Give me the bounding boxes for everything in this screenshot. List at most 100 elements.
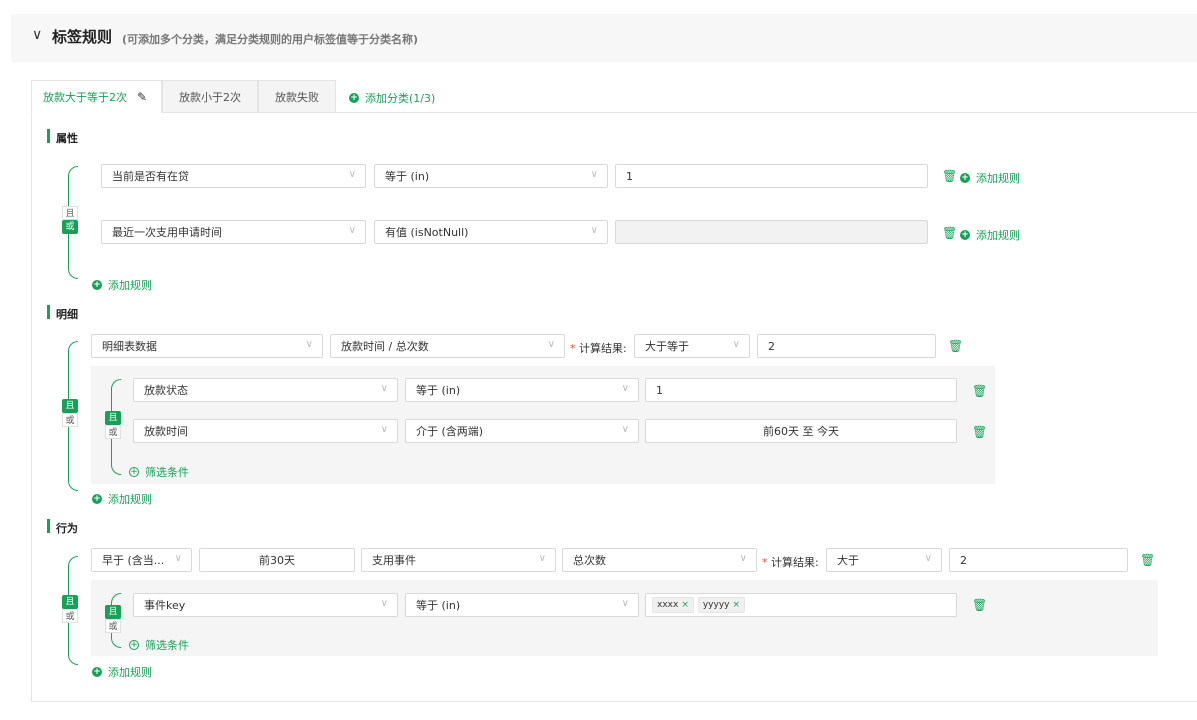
tag-text: yyyyy [702,600,730,610]
trash-icon[interactable]: 🗑 [942,226,957,240]
add-category-button[interactable]: + 添加分类(1/3) [349,90,435,106]
add-rule-button[interactable]: + 添加规则 [92,664,152,680]
select-value: 有值 (isNotNull) [385,226,469,239]
select-value: 介于 (含两端) [416,425,484,438]
add-rule-button[interactable]: + 添加规则 [92,277,152,293]
collapse-chevron-icon[interactable]: ∨ [32,27,42,43]
calc-value-input[interactable]: 2 [949,548,1128,572]
select-value: 等于 (in) [416,384,461,397]
and-or-switch[interactable]: 且 或 [62,399,78,427]
add-circle-icon: + [92,494,102,504]
and-or-switch[interactable]: 且 或 [105,605,121,633]
add-circle-icon: + [960,230,970,240]
value-tag: yyyyy × [697,597,746,613]
add-circle-icon: + [960,173,970,183]
chevron-down-icon: ∨ [380,383,388,394]
tab-category-2[interactable]: 放款小于2次 [162,80,258,113]
add-rule-label: 添加规则 [108,666,152,679]
chevron-down-icon: ∨ [621,424,629,435]
add-filter-button[interactable]: + 筛选条件 [129,464,189,480]
tab-label: 放款大于等于2次 [43,90,127,104]
chevron-down-icon: ∨ [380,424,388,435]
select-value: 总次数 [573,554,606,567]
tab-category-1[interactable]: 放款大于等于2次 ✎ [31,80,162,113]
and-option[interactable]: 且 [62,206,78,220]
attribute-field-select[interactable]: 最近一次支用申请时间 ∨ [101,220,366,244]
filter-operator-select[interactable]: 介于 (含两端) ∨ [405,419,639,443]
section-marker [47,129,50,143]
and-option[interactable]: 且 [105,605,121,619]
filter-field-select[interactable]: 放款时间 ∨ [133,419,398,443]
or-option[interactable]: 或 [105,425,121,439]
add-circle-outline-icon: + [129,467,139,477]
tag-close-icon[interactable]: × [733,600,741,610]
or-option[interactable]: 或 [105,619,121,633]
trash-icon[interactable]: 🗑 [972,425,987,439]
add-filter-button[interactable]: + 筛选条件 [129,637,189,653]
add-rule-button[interactable]: + 添加规则 [92,491,152,507]
or-option[interactable]: 或 [62,220,78,234]
add-circle-outline-icon: + [129,640,139,650]
chevron-down-icon: ∨ [739,553,747,564]
trash-icon[interactable]: 🗑 [1140,553,1155,567]
trash-icon[interactable]: 🗑 [972,598,987,612]
and-or-switch[interactable]: 且 或 [105,411,121,439]
chevron-down-icon: ∨ [732,339,740,350]
calc-operator-select[interactable]: 大于等于 ∨ [634,334,750,358]
calc-result-label: * 计算结果: [762,556,819,569]
trash-icon[interactable]: 🗑 [948,339,963,353]
and-option[interactable]: 且 [105,411,121,425]
value-tag: xxxx × [652,597,694,613]
or-option[interactable]: 或 [62,609,78,623]
and-or-switch[interactable]: 且 或 [62,595,78,623]
calc-value-input[interactable]: 2 [757,334,936,358]
filter-field-select[interactable]: 事件key ∨ [133,593,398,617]
and-option[interactable]: 且 [62,399,78,413]
detail-source-select[interactable]: 明细表数据 ∨ [91,334,323,358]
select-value: 早于 (含当... [102,554,165,567]
date-range-input[interactable]: 前60天 至 今天 [645,419,957,443]
add-rule-label: 添加规则 [976,172,1020,185]
and-or-switch[interactable]: 且 或 [62,206,78,234]
filter-field-select[interactable]: 放款状态 ∨ [133,378,398,402]
value-input[interactable]: 1 [615,164,928,188]
filter-operator-select[interactable]: 等于 (in) ∨ [405,593,639,617]
chevron-down-icon: ∨ [174,553,182,564]
or-option[interactable]: 或 [62,413,78,427]
select-value: 事件key [144,599,186,612]
filter-value-input[interactable]: 1 [645,378,957,402]
section-title-behavior: 行为 [56,522,78,535]
select-value: 放款状态 [144,384,188,397]
operator-select[interactable]: 有值 (isNotNull) ∨ [374,220,608,244]
tag-close-icon[interactable]: × [681,600,689,610]
tag-multi-input[interactable]: xxxx × yyyyy × [645,593,957,617]
attribute-field-select[interactable]: 当前是否有在贷 ∨ [101,164,366,188]
section-marker [47,519,50,533]
add-rule-button[interactable]: + 添加规则 [960,227,1020,243]
and-option[interactable]: 且 [62,595,78,609]
select-value: 放款时间 [144,425,188,438]
chevron-down-icon: ∨ [590,169,598,180]
detail-metric-select[interactable]: 放款时间 / 总次数 ∨ [330,334,565,358]
select-value: 大于等于 [645,340,689,353]
time-operator-select[interactable]: 早于 (含当... ∨ [91,548,192,572]
time-value-input[interactable]: 前30天 [199,548,355,572]
section-title-detail: 明细 [56,308,78,321]
event-select[interactable]: 支用事件 ∨ [361,548,556,572]
trash-icon[interactable]: 🗑 [972,384,987,398]
add-circle-icon: + [92,667,102,677]
add-rule-button[interactable]: + 添加规则 [960,170,1020,186]
operator-select[interactable]: 等于 (in) ∨ [374,164,608,188]
chevron-down-icon: ∨ [305,339,313,350]
select-value: 最近一次支用申请时间 [112,226,222,239]
filter-operator-select[interactable]: 等于 (in) ∨ [405,378,639,402]
tab-category-3[interactable]: 放款失败 [258,80,336,113]
chevron-down-icon: ∨ [348,169,356,180]
edit-icon[interactable]: ✎ [137,90,147,104]
select-value: 大于 [837,554,859,567]
calc-operator-select[interactable]: 大于 ∨ [826,548,942,572]
trash-icon[interactable]: 🗑 [942,169,957,183]
section-marker [47,305,50,319]
behavior-metric-select[interactable]: 总次数 ∨ [562,548,757,572]
chevron-down-icon: ∨ [547,339,555,350]
